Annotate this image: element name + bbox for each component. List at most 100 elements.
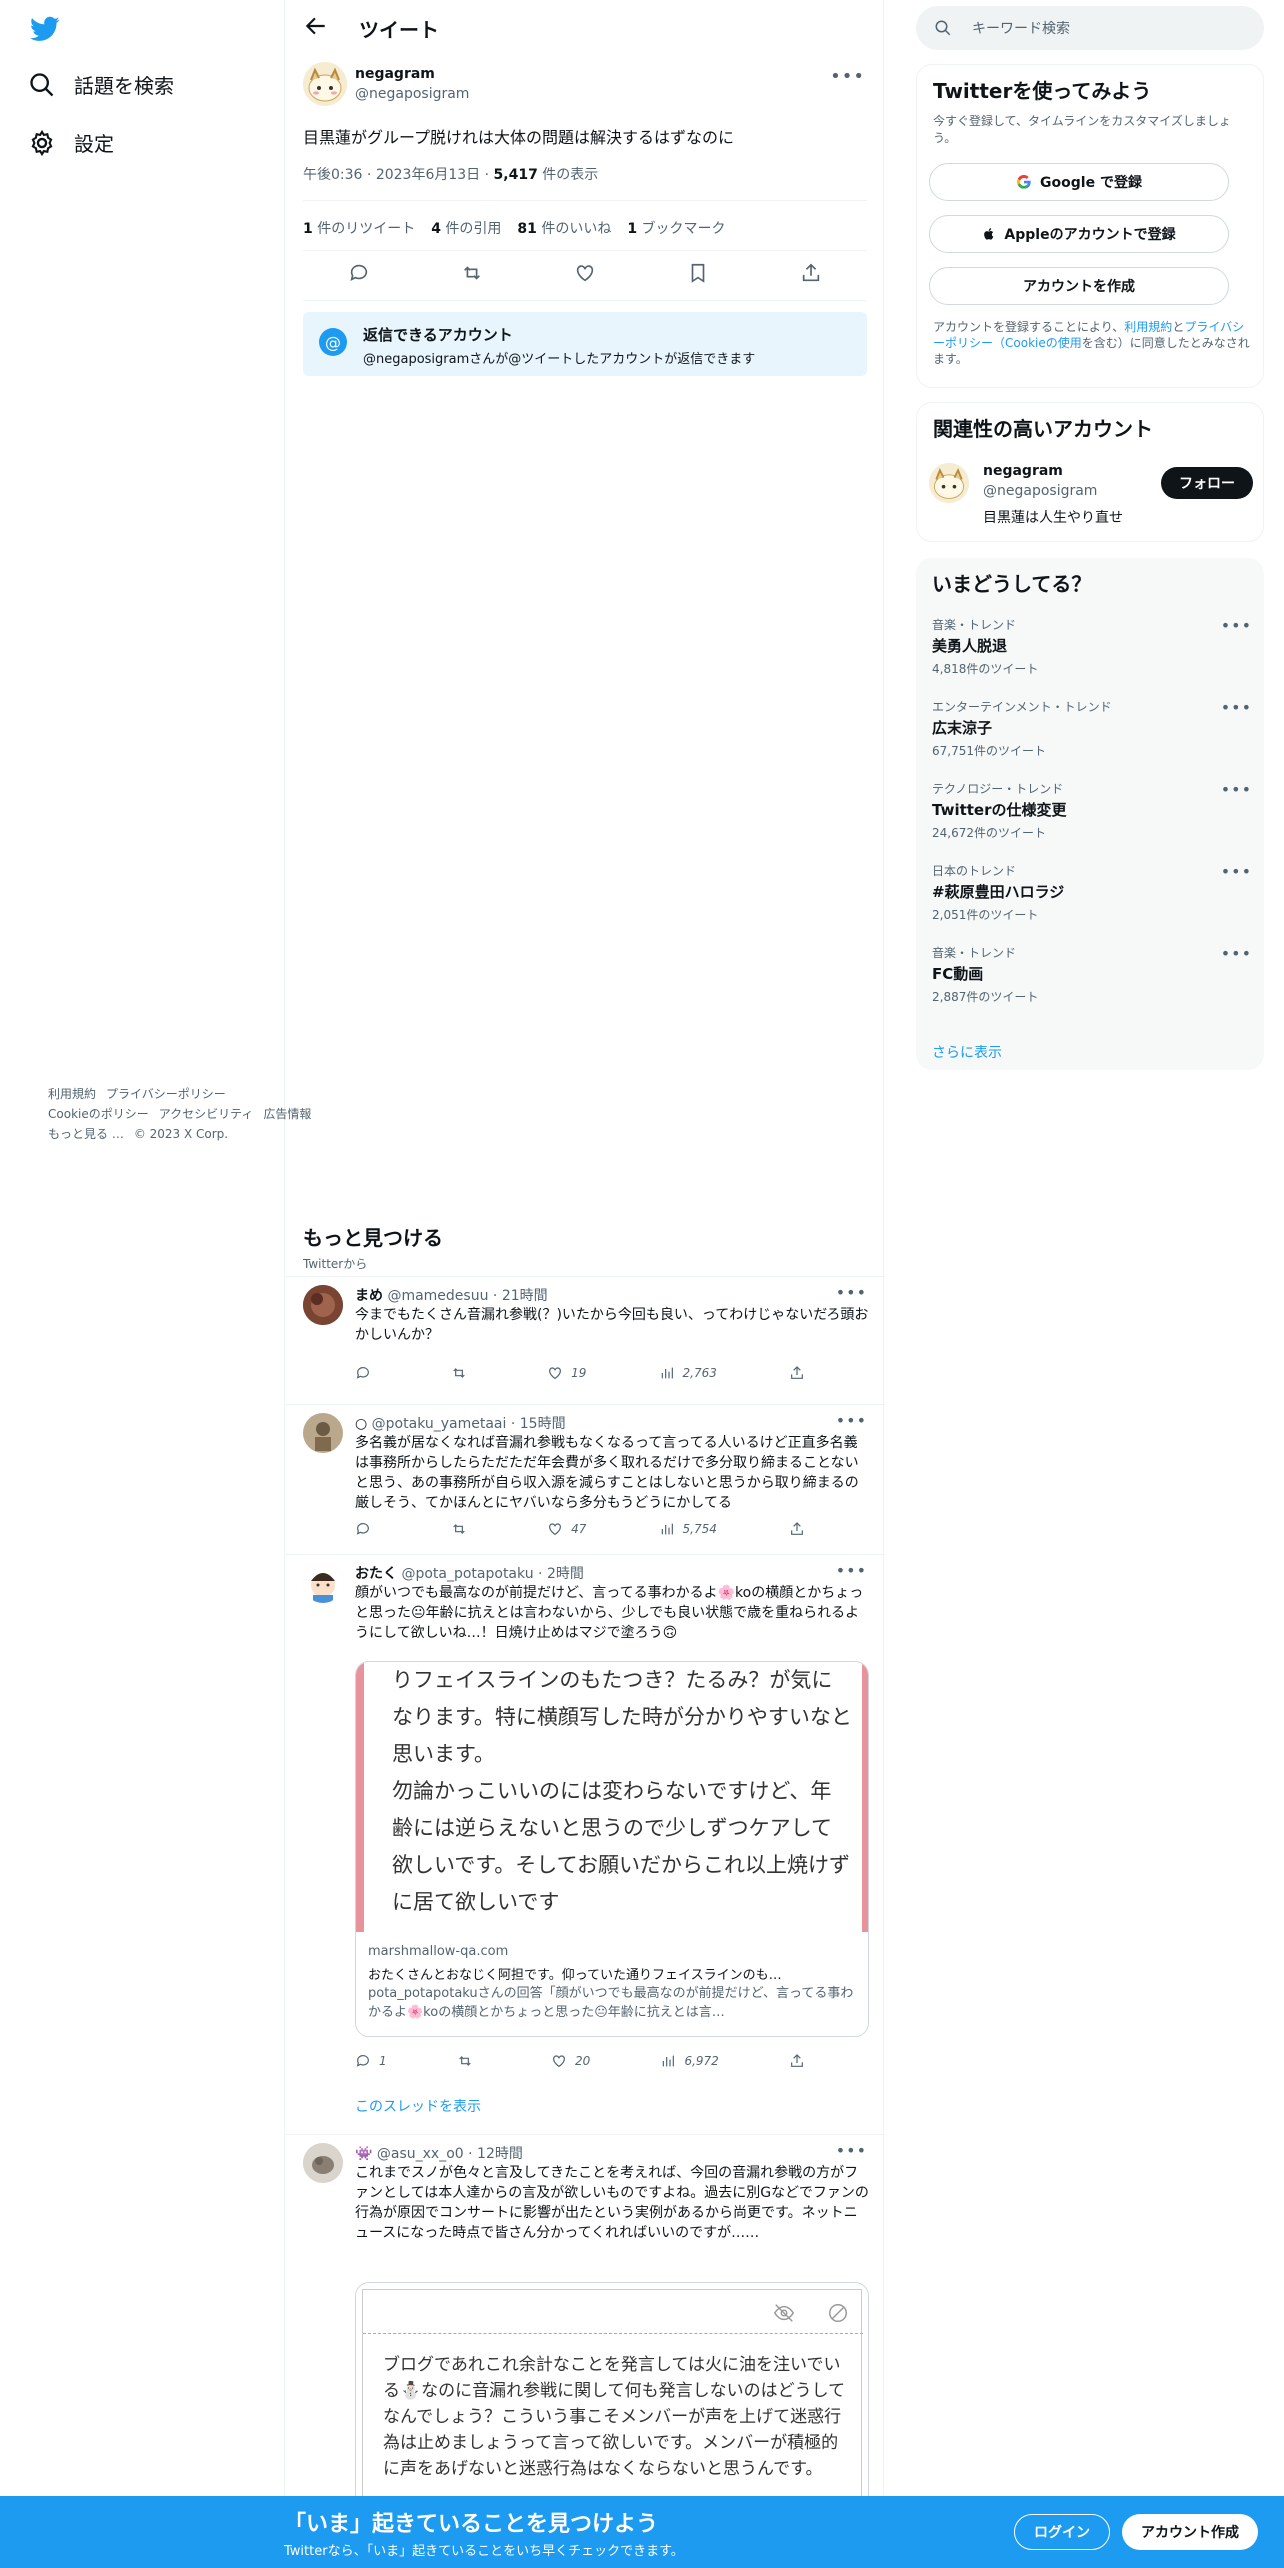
footer-link[interactable]: アクセシビリティ bbox=[159, 1107, 254, 1121]
like-button[interactable]: 19 bbox=[547, 1365, 586, 1381]
list-item[interactable]: まめ @mamedesuu · 21時間 ••• 今までもたくさん音漏れ参戦(？… bbox=[285, 1276, 885, 1404]
post-time[interactable]: 2時間 bbox=[547, 1566, 584, 1582]
footer-link[interactable]: 利用規約 bbox=[48, 1087, 96, 1101]
trend-item[interactable]: 音楽・トレンド 美勇人脱退 4,818件のツイート ••• bbox=[932, 616, 1252, 677]
post-handle[interactable]: @pota_potapotaku bbox=[401, 1566, 533, 1582]
retweet-button[interactable] bbox=[457, 2053, 481, 2069]
post-handle[interactable]: @asu_xx_o0 bbox=[377, 2146, 464, 2162]
share-button[interactable] bbox=[789, 2053, 805, 2069]
author-avatar[interactable] bbox=[303, 62, 347, 106]
post-name[interactable]: ○ bbox=[355, 1416, 367, 1432]
show-more-link[interactable]: さらに表示 bbox=[932, 1042, 1002, 1062]
trend-item[interactable]: テクノロジー・トレンド Twitterの仕様変更 24,672件のツイート ••• bbox=[932, 780, 1252, 841]
post-time[interactable]: 15時間 bbox=[520, 1416, 566, 1432]
more-options-icon[interactable]: ••• bbox=[1221, 698, 1252, 717]
bookmark-icon[interactable] bbox=[687, 262, 709, 284]
twitter-logo-icon[interactable] bbox=[28, 14, 62, 44]
reply-button[interactable] bbox=[355, 1521, 379, 1537]
post-name[interactable]: 👾 bbox=[355, 2146, 372, 2162]
login-button[interactable]: ログイン bbox=[1014, 2514, 1110, 2550]
like-icon[interactable] bbox=[574, 262, 596, 284]
more-options-icon[interactable]: ••• bbox=[830, 66, 865, 87]
footer-link[interactable]: 広告情報 bbox=[263, 1107, 311, 1121]
bookmark-count[interactable]: 1 ブックマーク bbox=[627, 218, 725, 238]
trend-item[interactable]: エンターテインメント・トレンド 広末涼子 67,751件のツイート ••• bbox=[932, 698, 1252, 759]
post-header: 👾 @asu_xx_o0 · 12時間 bbox=[355, 2146, 523, 2162]
search-input[interactable]: キーワード検索 bbox=[916, 6, 1264, 50]
avatar[interactable] bbox=[303, 1563, 343, 1603]
post-time[interactable]: 21時間 bbox=[502, 1288, 548, 1304]
reply-icon[interactable] bbox=[348, 262, 370, 284]
retweet-button[interactable] bbox=[451, 1521, 475, 1537]
quote-count[interactable]: 4 件の引用 bbox=[431, 218, 501, 238]
nav-settings[interactable]: 設定 bbox=[28, 128, 114, 157]
post-time[interactable]: 12時間 bbox=[477, 2146, 523, 2162]
avatar[interactable] bbox=[303, 1285, 343, 1325]
more-options-icon[interactable]: ••• bbox=[1221, 944, 1252, 963]
signup-subtitle: 今すぐ登録して、タイムラインをカスタマイズしましょう。 bbox=[933, 114, 1231, 145]
related-name[interactable]: negagram bbox=[983, 463, 1063, 479]
banner-title: 「いま」起きていることを見つけよう bbox=[284, 2512, 659, 2537]
post-name[interactable]: まめ bbox=[355, 1288, 383, 1304]
retweet-count[interactable]: 1 件のリツイート bbox=[303, 218, 415, 238]
more-options-icon[interactable]: ••• bbox=[1221, 862, 1252, 881]
more-options-icon[interactable]: ••• bbox=[836, 1411, 867, 1430]
avatar[interactable] bbox=[929, 463, 969, 503]
follow-button[interactable]: フォロー bbox=[1161, 467, 1253, 499]
footer-link[interactable]: Cookieのポリシー bbox=[48, 1107, 149, 1121]
google-signup-button[interactable]: Google で登録 bbox=[929, 163, 1229, 201]
trend-item[interactable]: 日本のトレンド #萩原豊田ハロラジ 2,051件のツイート ••• bbox=[932, 862, 1252, 923]
reply-button[interactable]: 1 bbox=[355, 2053, 387, 2069]
trend-count: 67,751件のツイート bbox=[932, 744, 1046, 758]
avatar[interactable] bbox=[303, 1413, 343, 1453]
more-options-icon[interactable]: ••• bbox=[1221, 780, 1252, 799]
related-title: 関連性の高いアカウント bbox=[933, 417, 1153, 441]
more-options-icon[interactable]: ••• bbox=[836, 1561, 867, 1580]
footer-link[interactable]: プライバシーポリシー bbox=[106, 1087, 226, 1101]
tweet-time[interactable]: 午後0:36 bbox=[303, 167, 362, 183]
avatar[interactable] bbox=[303, 2143, 343, 2183]
like-button[interactable]: 20 bbox=[551, 2053, 590, 2069]
more-options-icon[interactable]: ••• bbox=[836, 2141, 867, 2160]
views-button[interactable]: 2,763 bbox=[659, 1365, 717, 1381]
more-options-icon[interactable]: ••• bbox=[836, 1283, 867, 1302]
show-thread-link[interactable]: このスレッドを表示 bbox=[355, 2096, 481, 2116]
create-account-label: アカウントを作成 bbox=[1023, 279, 1135, 295]
create-account-button[interactable]: アカウントを作成 bbox=[929, 267, 1229, 305]
views-button[interactable]: 6,972 bbox=[660, 2053, 719, 2069]
link-card[interactable]: りフェイスラインのもたつき？たるみ？が気になります。特に横顔写した時が分かりやす… bbox=[355, 1661, 869, 2037]
more-options-icon[interactable]: ••• bbox=[1221, 616, 1252, 635]
footer-link[interactable]: もっと見る … bbox=[48, 1127, 124, 1141]
share-button[interactable] bbox=[789, 1365, 805, 1381]
share-button[interactable] bbox=[789, 1521, 805, 1537]
related-handle[interactable]: @negaposigram bbox=[983, 483, 1097, 499]
views-button[interactable]: 5,754 bbox=[659, 1521, 717, 1537]
nav-explore[interactable]: 話題を検索 bbox=[28, 70, 174, 99]
like-button[interactable]: 47 bbox=[547, 1521, 586, 1537]
author-handle[interactable]: @negaposigram bbox=[355, 86, 469, 102]
tweet-actions bbox=[303, 262, 867, 284]
terms-link[interactable]: 利用規約 bbox=[1124, 320, 1172, 334]
back-arrow-icon[interactable] bbox=[303, 13, 329, 39]
apple-signup-button[interactable]: Appleのアカウントで登録 bbox=[929, 215, 1229, 253]
post-name[interactable]: おたく bbox=[355, 1566, 397, 1582]
share-icon[interactable] bbox=[800, 262, 822, 284]
reply-notice-title: 返信できるアカウント bbox=[363, 326, 513, 344]
list-item[interactable]: おたく @pota_potapotaku · 2時間 ••• 顔がいつでも最高な… bbox=[285, 1554, 885, 2134]
create-account-button[interactable]: アカウント作成 bbox=[1122, 2514, 1258, 2550]
post-handle[interactable]: @potaku_yametaai bbox=[372, 1416, 507, 1432]
like-icon bbox=[549, 1523, 562, 1536]
list-item[interactable]: ○ @potaku_yametaai · 15時間 ••• 多名義が居なくなれば… bbox=[285, 1404, 885, 1554]
cookie-link[interactable]: （Cookieの使用 bbox=[993, 336, 1082, 350]
retweet-icon bbox=[453, 1524, 465, 1534]
tweet-date[interactable]: 2023年6月13日 bbox=[376, 167, 480, 183]
reply-button[interactable] bbox=[355, 1365, 379, 1381]
retweet-button[interactable] bbox=[451, 1365, 475, 1381]
search-placeholder: キーワード検索 bbox=[972, 21, 1070, 37]
post-handle[interactable]: @mamedesuu bbox=[387, 1288, 488, 1304]
retweet-icon[interactable] bbox=[461, 262, 483, 284]
author-name[interactable]: negagram bbox=[355, 66, 435, 82]
like-count[interactable]: 81 件のいいね bbox=[517, 218, 611, 238]
trend-count: 24,672件のツイート bbox=[932, 826, 1046, 840]
trend-item[interactable]: 音楽・トレンド FC動画 2,887件のツイート ••• bbox=[932, 944, 1252, 1005]
